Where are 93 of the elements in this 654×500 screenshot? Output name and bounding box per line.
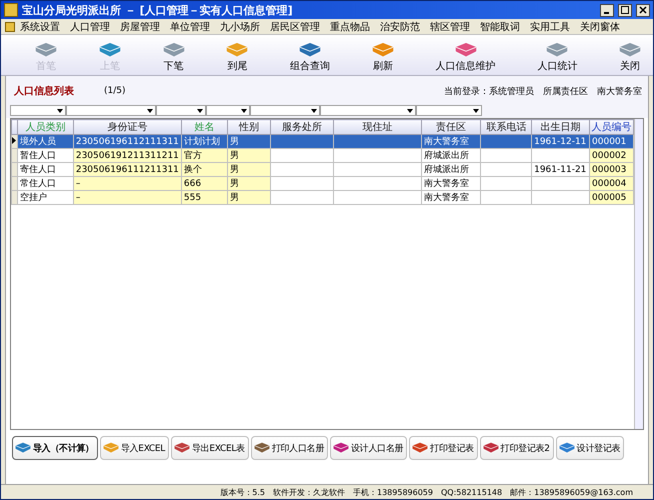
- table-cell: 寄住人口: [17, 162, 74, 176]
- close-icon: [639, 6, 647, 14]
- table-cell: 230506191211311211: [73, 148, 182, 162]
- action-button[interactable]: 导出EXCEL表: [171, 436, 249, 460]
- table-cell: 666: [181, 176, 228, 190]
- action-button[interactable]: 打印登记表2: [480, 436, 554, 460]
- maximize-icon: [621, 6, 629, 14]
- minimize-button[interactable]: [600, 4, 614, 16]
- table-cell: 230506196111211311: [73, 162, 182, 176]
- action-button[interactable]: 导入EXCEL: [100, 436, 169, 460]
- column-header[interactable]: 身份证号: [73, 120, 182, 134]
- table-cell: 男: [228, 162, 271, 176]
- app-icon: [4, 3, 18, 17]
- status-text: 软件开发：久龙软件: [273, 486, 345, 498]
- table-cell: 暂住人口: [17, 148, 74, 162]
- toolbar-button[interactable]: 组合查询: [286, 42, 334, 73]
- table-cell: –: [73, 190, 182, 204]
- column-header[interactable]: 现住址: [334, 120, 422, 134]
- dropdown-arrow-icon: [197, 109, 203, 113]
- menu-item[interactable]: 系统设置: [15, 20, 65, 34]
- dropdown-arrow-icon: [311, 109, 317, 113]
- table-cell: 1961-11-21: [532, 162, 590, 176]
- toolbar-button[interactable]: 关闭: [615, 42, 645, 73]
- table-cell: 000004: [590, 176, 634, 190]
- login-info: 当前登录：系统管理员 所属责任区 南大警务室: [444, 86, 642, 98]
- table-cell: 空挂户: [17, 190, 74, 204]
- window-title: 宝山分局光明派出所 － [人口管理－实有人口信息管理]: [22, 2, 293, 18]
- status-text: 手机：13895896059: [353, 486, 433, 498]
- toolbar-button[interactable]: 刷新: [368, 42, 398, 73]
- record-position: (1/5): [104, 86, 126, 96]
- column-header[interactable]: 服务处所: [270, 120, 334, 134]
- table-cell: 计划计划: [181, 134, 228, 148]
- dropdown-arrow-icon: [241, 109, 247, 113]
- menu-item[interactable]: 房屋管理: [115, 20, 165, 34]
- dropdown-arrow-icon: [147, 109, 153, 113]
- table-cell: 000003: [590, 162, 634, 176]
- status-text: QQ:582115148: [441, 488, 502, 496]
- table-cell: 府城派出所: [421, 162, 481, 176]
- action-button[interactable]: 打印人口名册: [250, 436, 328, 460]
- table-cell: 南大警务室: [421, 134, 481, 148]
- toolbar-button[interactable]: 到尾: [222, 42, 252, 73]
- menu-item[interactable]: 辖区管理: [425, 20, 475, 34]
- table-cell: 常住人口: [17, 176, 74, 190]
- status-text: 版本号：5.5: [220, 486, 265, 498]
- table-cell: 府城派出所: [421, 148, 481, 162]
- table-cell: 000001: [590, 134, 634, 148]
- action-button[interactable]: 设计人口名册: [330, 436, 408, 460]
- menu-item[interactable]: 九小场所: [215, 20, 265, 34]
- table-cell: 男: [228, 134, 271, 148]
- toolbar-button[interactable]: 下笔: [158, 42, 188, 73]
- menu-item[interactable]: 关闭窗体: [575, 20, 625, 34]
- document-icon: [5, 22, 15, 32]
- table-cell: –: [73, 176, 182, 190]
- menu-item[interactable]: 智能取词: [475, 20, 525, 34]
- action-button[interactable]: 设计登记表: [556, 436, 624, 460]
- table-cell: 男: [228, 148, 271, 162]
- menu-item[interactable]: 治安防范: [375, 20, 425, 34]
- table-cell: 换个: [181, 162, 228, 176]
- action-button[interactable]: 打印登记表: [409, 436, 478, 460]
- toolbar-button[interactable]: 人口信息维护: [432, 42, 500, 73]
- dropdown-arrow-icon: [407, 109, 413, 113]
- table-cell: 男: [228, 176, 271, 190]
- menu-item[interactable]: 居民区管理: [265, 20, 325, 34]
- menu-item[interactable]: 实用工具: [525, 20, 575, 34]
- table-cell: 男: [228, 190, 271, 204]
- table-cell: 230506196112111311: [73, 134, 182, 148]
- table-cell: 境外人员: [17, 134, 74, 148]
- column-header[interactable]: 性别: [228, 120, 271, 134]
- dropdown-arrow-icon: [473, 109, 479, 113]
- toolbar-button[interactable]: 人口统计: [533, 42, 582, 73]
- action-button[interactable]: 导入（不计算）: [12, 436, 98, 460]
- list-title: 人口信息列表: [14, 84, 74, 98]
- scrollbar[interactable]: [634, 119, 643, 429]
- menu-item[interactable]: 人口管理: [65, 20, 115, 34]
- column-header[interactable]: 责任区: [421, 120, 481, 134]
- filter-dropdown[interactable]: [206, 105, 250, 116]
- column-header[interactable]: 人员编号: [590, 120, 634, 134]
- dropdown-arrow-icon: [57, 109, 63, 113]
- table-cell: 官方: [181, 148, 228, 162]
- status-text: 邮件：13895896059@163.com: [510, 486, 633, 498]
- table-cell: 000002: [590, 148, 634, 162]
- maximize-button[interactable]: [618, 4, 632, 16]
- table-cell: 南大警务室: [421, 190, 481, 204]
- menu-item[interactable]: 单位管理: [165, 20, 215, 34]
- column-header[interactable]: 出生日期: [532, 120, 590, 134]
- table-cell: 000005: [590, 190, 634, 204]
- table-cell: 1961-12-11: [532, 134, 590, 148]
- menu-item[interactable]: 重点物品: [325, 20, 375, 34]
- filter-dropdown[interactable]: [156, 105, 206, 116]
- column-header[interactable]: 联系电话: [480, 120, 532, 134]
- close-button[interactable]: [636, 4, 650, 16]
- table-cell: 555: [181, 190, 228, 204]
- table-cell: 南大警务室: [421, 176, 481, 190]
